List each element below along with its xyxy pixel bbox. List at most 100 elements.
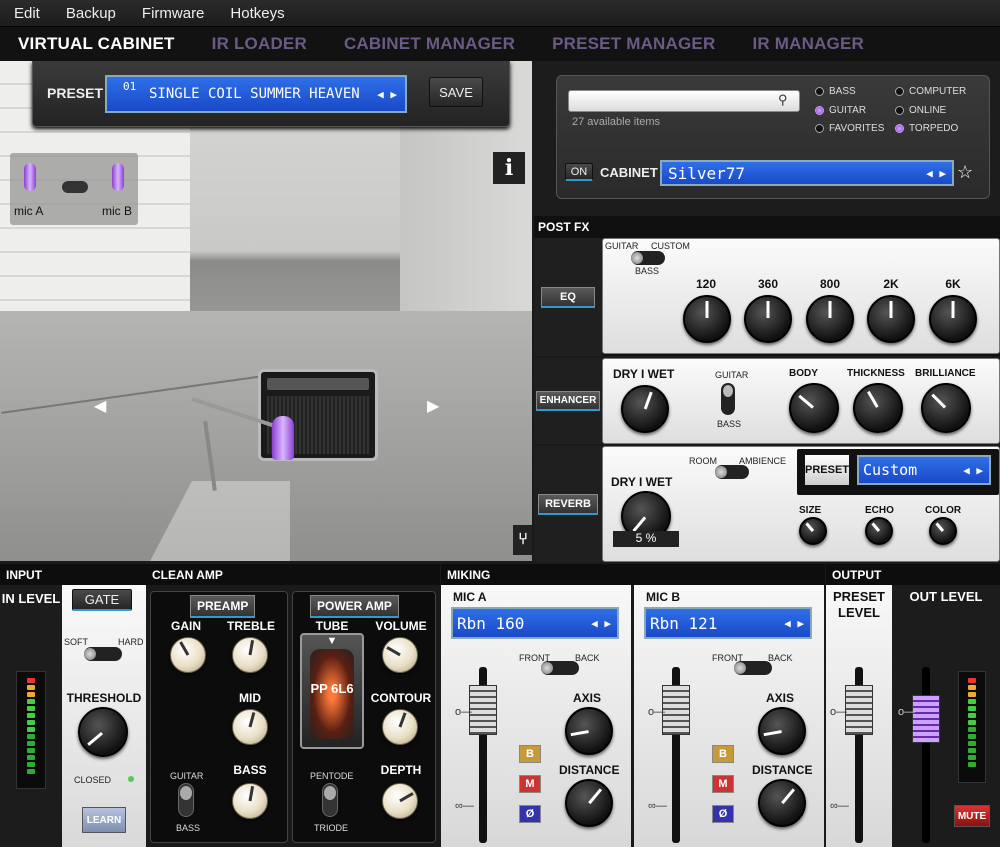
filter-bass[interactable]: BASS [815,86,856,97]
gain-knob[interactable] [170,637,206,673]
learn-button[interactable]: LEARN [82,807,126,833]
mic-b-phase-button[interactable]: Ø [712,805,734,823]
threshold-knob[interactable] [78,707,128,757]
pentode-triode-switch[interactable] [322,783,338,817]
preset-level-fader[interactable] [845,685,873,735]
reverb-preset-button[interactable]: PRESET [805,455,849,485]
info-icon[interactable]: i [493,152,525,184]
enhancer-type-switch[interactable] [721,383,735,415]
cabinet-selector[interactable]: Silver77 ◀ ▶ [660,160,954,186]
mic-a-arrows-icon[interactable]: ◀ ▶ [591,617,611,630]
enhancer-button[interactable]: ENHANCER [535,391,601,411]
body-knob[interactable] [789,383,839,433]
cabinet-arrows-icon[interactable]: ◀ ▶ [926,167,946,180]
menu-firmware[interactable]: Firmware [142,5,205,22]
mic-b-icon[interactable] [112,163,124,191]
mic-b-front-back-switch[interactable] [734,661,772,675]
eq-2k-knob[interactable] [867,295,915,343]
preset-level-label: PRESET LEVEL [832,589,885,620]
save-button[interactable]: SAVE [429,77,483,107]
preset-selector[interactable]: 01 SINGLE COIL SUMMER HEAVEN ◀ ▶ [105,75,407,113]
filter-guitar[interactable]: GUITAR [815,105,866,116]
mic-a-front-back-switch[interactable] [541,661,579,675]
contour-knob[interactable] [382,709,418,745]
eq-mode-switch[interactable] [631,251,665,265]
eq-mode-custom: CUSTOM [651,241,690,251]
tab-preset-manager[interactable]: PRESET MANAGER [552,34,715,54]
mic-a-fader[interactable] [469,685,497,735]
virtual-cabinet-scene[interactable]: ◀ ▶ i ⑂ [0,61,532,561]
filter-online[interactable]: ONLINE [895,105,946,116]
mic-b-distance-knob[interactable] [758,779,806,827]
bass-label: BASS [233,763,267,777]
mic-b-b-button[interactable]: B [712,745,734,763]
enhancer-drywet-knob[interactable] [621,385,669,433]
reverb-mode-switch[interactable] [715,465,749,479]
mic-a-b-button[interactable]: B [519,745,541,763]
contour-label: CONTOUR [370,691,432,705]
volume-knob[interactable] [382,637,418,673]
mic-a-phase-button[interactable]: Ø [519,805,541,823]
filter-computer[interactable]: COMPUTER [895,86,966,97]
mic-a-axis-knob[interactable] [565,707,613,755]
amp-guitar-bass-switch[interactable] [178,783,194,817]
thickness-knob[interactable] [853,383,903,433]
tab-cabinet-manager[interactable]: CABINET MANAGER [344,34,515,54]
cabinet-on-button[interactable]: ON [565,163,593,181]
mute-button[interactable]: MUTE [954,805,990,827]
menu-backup[interactable]: Backup [66,5,116,22]
preset-bar: PRESET 01 SINGLE COIL SUMMER HEAVEN ◀ ▶ … [32,61,510,127]
favorite-star-icon[interactable]: ☆ [957,162,973,183]
preset-arrows-icon[interactable]: ◀ ▶ [377,88,397,101]
eq-button[interactable]: EQ [541,286,595,308]
mic-b-axis-knob[interactable] [758,707,806,755]
mic-b-arrows-icon[interactable]: ◀ ▶ [784,617,804,630]
brilliance-knob[interactable] [921,383,971,433]
cabinet-search-input[interactable] [568,90,800,112]
reverb-drywet-value: 5 % [613,531,679,547]
mic-link-toggle[interactable] [62,181,88,193]
mic-a-icon[interactable] [24,163,36,191]
reverb-preset-selector[interactable]: Custom ◀ ▶ [857,455,991,485]
mic-a-distance-knob[interactable] [565,779,613,827]
mic-a-m-button[interactable]: M [519,775,541,793]
filter-torpedo[interactable]: TORPEDO [895,123,958,134]
scene-left-arrow[interactable]: ◀ [94,396,106,416]
size-knob[interactable] [799,517,827,545]
color-knob[interactable] [929,517,957,545]
eq-120-knob[interactable] [683,295,731,343]
menu-hotkeys[interactable]: Hotkeys [230,5,284,22]
treble-knob[interactable] [232,637,268,673]
mic-b-m-button[interactable]: M [712,775,734,793]
search-icon[interactable]: ⚲ [778,92,788,108]
tab-virtual-cabinet[interactable]: VIRTUAL CABINET [18,34,175,54]
gate-button[interactable]: GATE [72,589,132,611]
mic-a-distance-label: DISTANCE [559,763,620,777]
poweramp-button[interactable]: POWER AMP [310,595,399,618]
enhancer-drywet-label: DRY I WET [613,367,675,381]
filter-favorites[interactable]: FAVORITES [815,123,884,134]
gate-mode-switch[interactable] [84,647,122,661]
eq-6k-knob[interactable] [929,295,977,343]
tuner-icon[interactable]: ⑂ [513,525,532,555]
eq-800-knob[interactable] [806,295,854,343]
eq-360-knob[interactable] [744,295,792,343]
microphone-icon[interactable] [272,416,294,460]
mic-b-selector[interactable]: Rbn 121 ◀ ▶ [644,607,812,639]
reverb-button[interactable]: REVERB [538,493,598,515]
eq-2k-label: 2K [883,277,899,291]
scene-right-arrow[interactable]: ▶ [427,396,439,416]
mic-b-fader[interactable] [662,685,690,735]
depth-knob[interactable] [382,783,418,819]
gate-section: GATE SOFT HARD THRESHOLD CLOSED LEARN [62,585,146,847]
preamp-button[interactable]: PREAMP [190,595,256,618]
bass-knob[interactable] [232,783,268,819]
tab-ir-manager[interactable]: IR MANAGER [752,34,864,54]
mid-knob[interactable] [232,709,268,745]
mic-a-selector[interactable]: Rbn 160 ◀ ▶ [451,607,619,639]
out-level-fader[interactable] [912,695,940,743]
reverb-preset-arrows-icon[interactable]: ◀ ▶ [963,464,983,477]
echo-knob[interactable] [865,517,893,545]
menu-edit[interactable]: Edit [14,5,40,22]
tab-ir-loader[interactable]: IR LOADER [212,34,307,54]
